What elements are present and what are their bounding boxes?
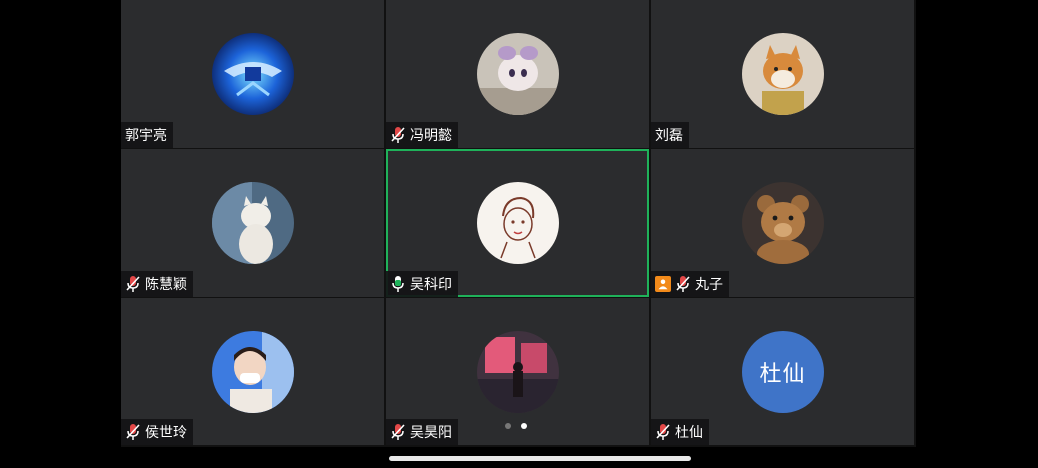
participant-avatar — [476, 182, 559, 264]
mic-muted-icon — [126, 276, 140, 292]
participant-name: 侯世玲 — [145, 425, 187, 441]
sketch-portrait-icon — [476, 182, 559, 264]
participant-avatar — [211, 182, 294, 264]
mic-muted-icon — [126, 424, 140, 440]
participant-avatar — [741, 33, 824, 115]
participant-tile[interactable]: 杜仙 杜仙 — [651, 298, 914, 445]
page-dot-1[interactable] — [505, 423, 511, 429]
participant-tile[interactable]: 郭宇亮 — [121, 0, 384, 148]
shiba-dog-icon — [741, 33, 824, 115]
participant-name: 郭宇亮 — [125, 128, 167, 144]
page-indicator[interactable] — [505, 423, 527, 429]
participant-tile[interactable]: 侯世玲 — [121, 298, 384, 445]
child-photo-icon — [211, 330, 294, 413]
participant-name: 杜仙 — [675, 425, 703, 441]
participant-name-label: 杜仙 — [651, 419, 709, 445]
participant-name-label: 丸子 — [651, 271, 729, 297]
mic-muted-icon — [676, 276, 690, 292]
participant-name: 吴昊阳 — [410, 425, 452, 441]
participant-tile-active-speaker[interactable]: 吴科印 — [386, 149, 649, 297]
participant-name-label: 郭宇亮 — [121, 122, 173, 148]
participant-avatar — [476, 33, 559, 115]
participant-name: 刘磊 — [655, 128, 683, 144]
pink-city-icon — [476, 330, 559, 413]
participant-name: 陈慧颖 — [145, 277, 187, 293]
participant-name-label: 冯明懿 — [386, 122, 458, 148]
mic-muted-icon — [656, 424, 670, 440]
teddy-bear-icon — [741, 182, 824, 264]
participant-avatar — [211, 33, 294, 115]
participant-avatar — [741, 182, 824, 264]
page-dot-2-current[interactable] — [521, 423, 527, 429]
plush-toy-icon — [476, 33, 559, 115]
participant-name-label: 刘磊 — [651, 122, 689, 148]
mic-speaking-icon — [392, 276, 404, 292]
participant-name-label: 侯世玲 — [121, 419, 193, 445]
participant-tile[interactable]: 刘磊 — [651, 0, 914, 148]
participant-name-label: 吴昊阳 — [386, 419, 458, 445]
home-indicator-bar[interactable] — [389, 456, 691, 461]
participant-initials-avatar: 杜仙 — [741, 330, 824, 413]
gaming-emblem-icon — [211, 33, 294, 115]
participant-tile[interactable]: 陈慧颖 — [121, 149, 384, 297]
white-cat-icon — [211, 182, 294, 264]
participant-name-label: 吴科印 — [386, 271, 458, 297]
participant-name: 吴科印 — [410, 277, 452, 293]
mic-muted-icon — [391, 127, 405, 143]
participant-name-label: 陈慧颖 — [121, 271, 193, 297]
participant-name: 丸子 — [695, 277, 723, 293]
participant-avatar — [211, 330, 294, 413]
participant-tile[interactable]: 冯明懿 — [386, 0, 649, 148]
participant-name: 冯明懿 — [410, 128, 452, 144]
participant-avatar — [476, 330, 559, 413]
mic-muted-icon — [391, 424, 405, 440]
participant-tile[interactable]: 丸子 — [651, 149, 914, 297]
participant-grid: 郭宇亮 冯明懿 刘磊 陈慧颖 吴科印 丸子 侯世玲 吴昊阳 杜仙 杜仙 — [121, 0, 916, 447]
host-badge-icon — [655, 276, 671, 292]
